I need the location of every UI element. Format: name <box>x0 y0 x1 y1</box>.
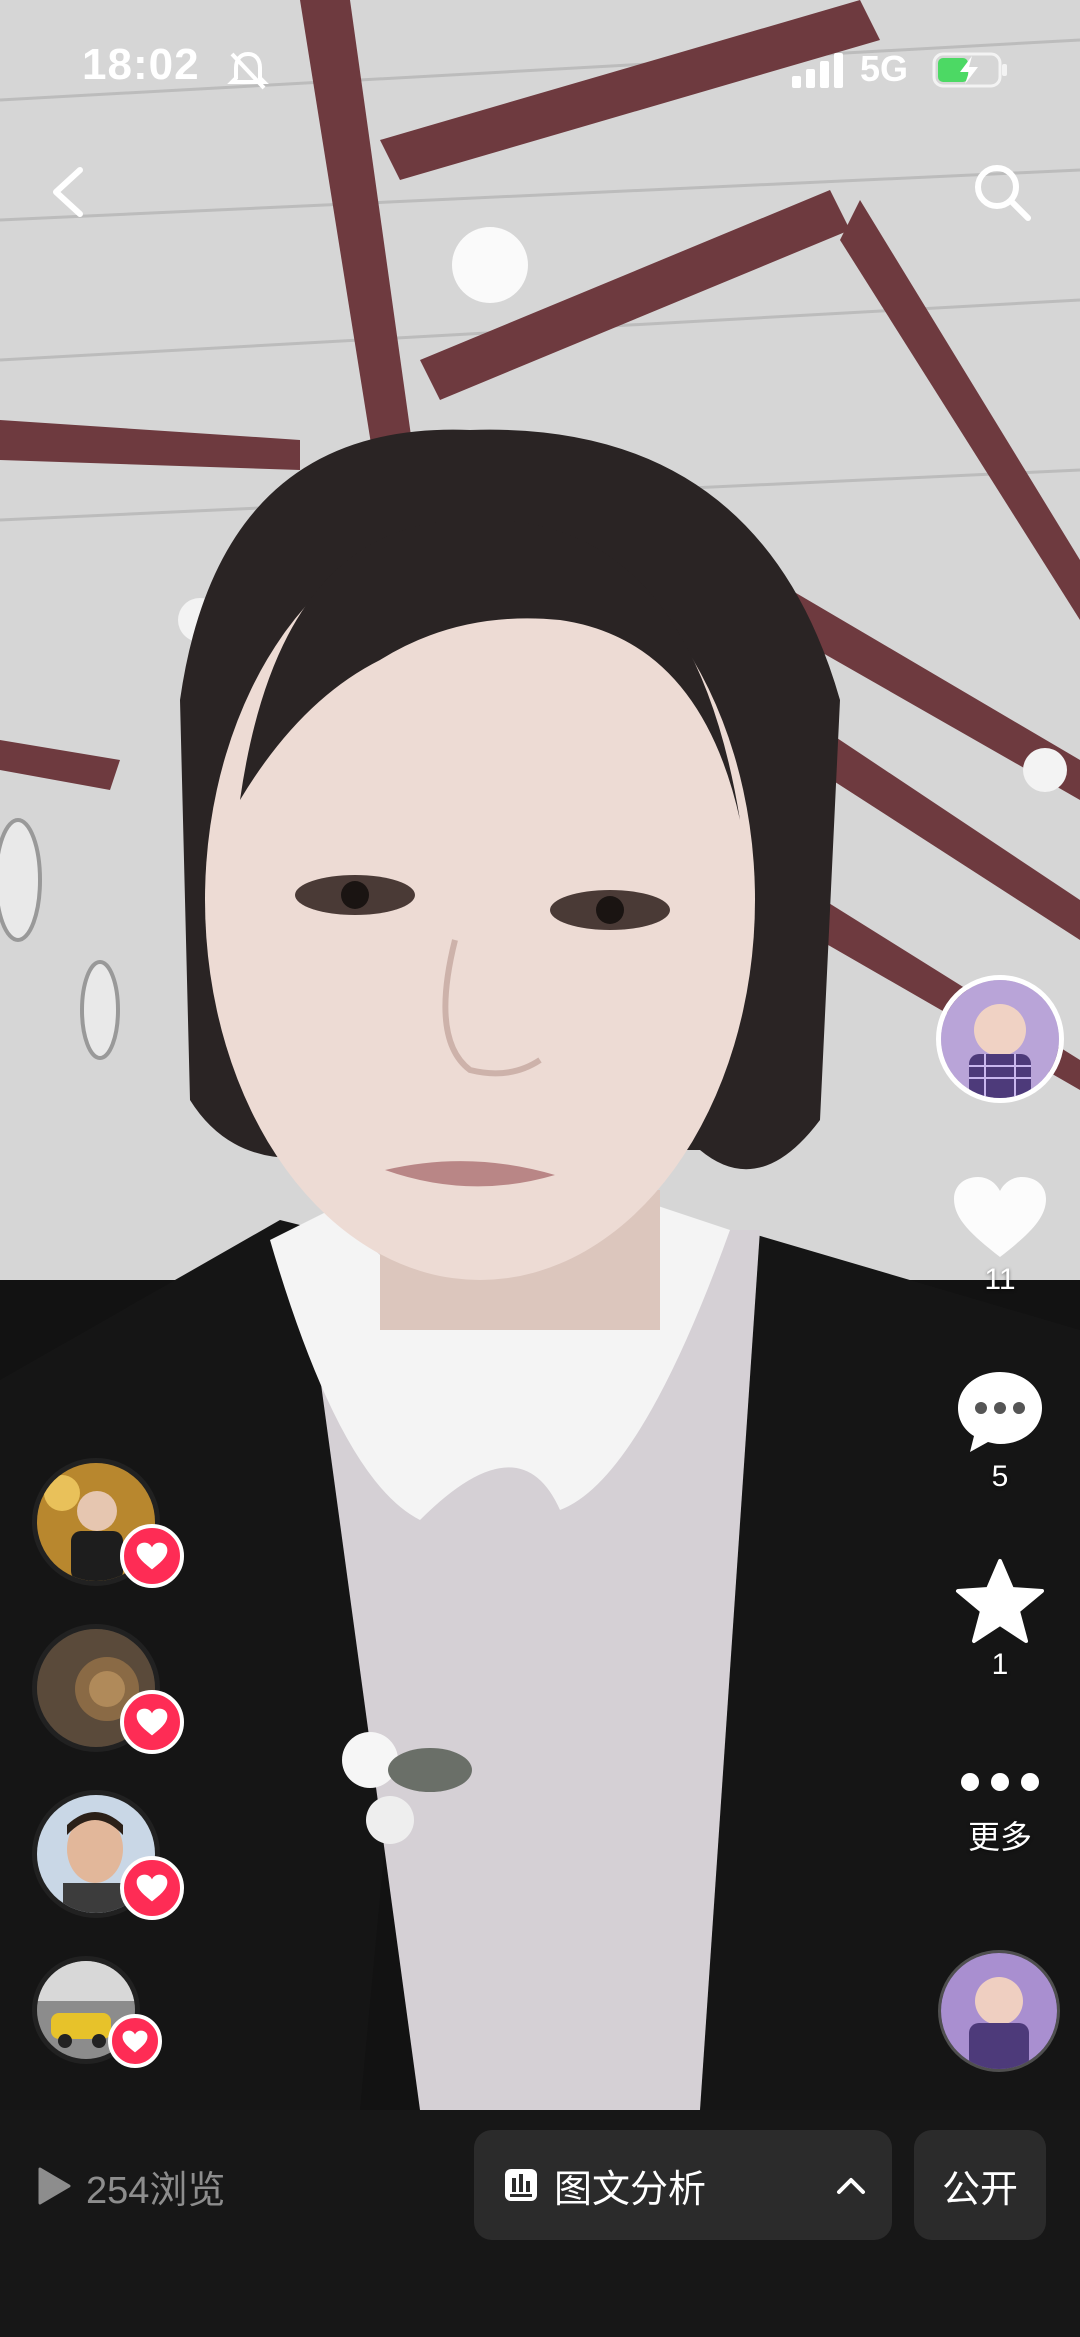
views-label: 254浏览 <box>86 2169 226 2212</box>
status-time: 18:02 <box>82 40 200 89</box>
like-badge <box>120 1690 184 1754</box>
search-button[interactable] <box>970 160 1034 224</box>
like-count: 11 <box>984 1263 1016 1296</box>
liker-avatar-2[interactable] <box>32 1624 184 1754</box>
analysis-label: 图文分析 <box>554 2168 707 2211</box>
creator-avatar[interactable] <box>936 975 1064 1103</box>
favorite-count: 1 <box>991 1648 1009 1681</box>
chevron-up-icon <box>837 2178 865 2194</box>
star-icon <box>956 1559 1044 1643</box>
like-badge <box>108 2014 162 2068</box>
comment-bubble-icon <box>958 1372 1042 1452</box>
heart-icon <box>122 2030 148 2052</box>
comment-count: 5 <box>991 1460 1009 1493</box>
back-button[interactable] <box>40 160 96 224</box>
heart-icon <box>136 1874 168 1902</box>
more-button[interactable]: 更多 <box>940 1770 1060 1858</box>
signal-icon <box>792 53 843 88</box>
visibility-button[interactable]: 公开 <box>914 2130 1046 2240</box>
heart-icon <box>136 1708 168 1736</box>
like-button[interactable]: 11 <box>940 1175 1060 1297</box>
music-disc[interactable] <box>938 1950 1060 2072</box>
network-type: 5G <box>860 48 909 89</box>
video-frame <box>0 0 1080 2110</box>
analysis-button[interactable]: 图文分析 <box>474 2130 892 2240</box>
more-label: 更多 <box>967 1819 1032 1855</box>
music-disc-image <box>941 1953 1057 2069</box>
battery-charging-icon <box>932 52 1007 88</box>
favorite-button[interactable]: 1 <box>940 1558 1060 1682</box>
heart-icon <box>136 1542 168 1570</box>
liker-avatar-1[interactable] <box>32 1458 184 1588</box>
comment-button[interactable]: 5 <box>940 1368 1060 1494</box>
liker-avatar-3[interactable] <box>32 1790 184 1920</box>
like-badge <box>120 1524 184 1588</box>
view-count: 254浏览 <box>36 2162 225 2212</box>
play-icon <box>38 2167 71 2205</box>
bell-muted-icon <box>227 51 269 90</box>
video-background[interactable] <box>0 0 1080 2110</box>
ellipsis-icon <box>961 1773 1039 1791</box>
like-badge <box>120 1856 184 1920</box>
heart-icon <box>954 1177 1046 1257</box>
bar-chart-icon <box>505 2169 537 2201</box>
liker-avatar-4[interactable] <box>32 1956 162 2068</box>
avatar-image <box>941 980 1059 1098</box>
